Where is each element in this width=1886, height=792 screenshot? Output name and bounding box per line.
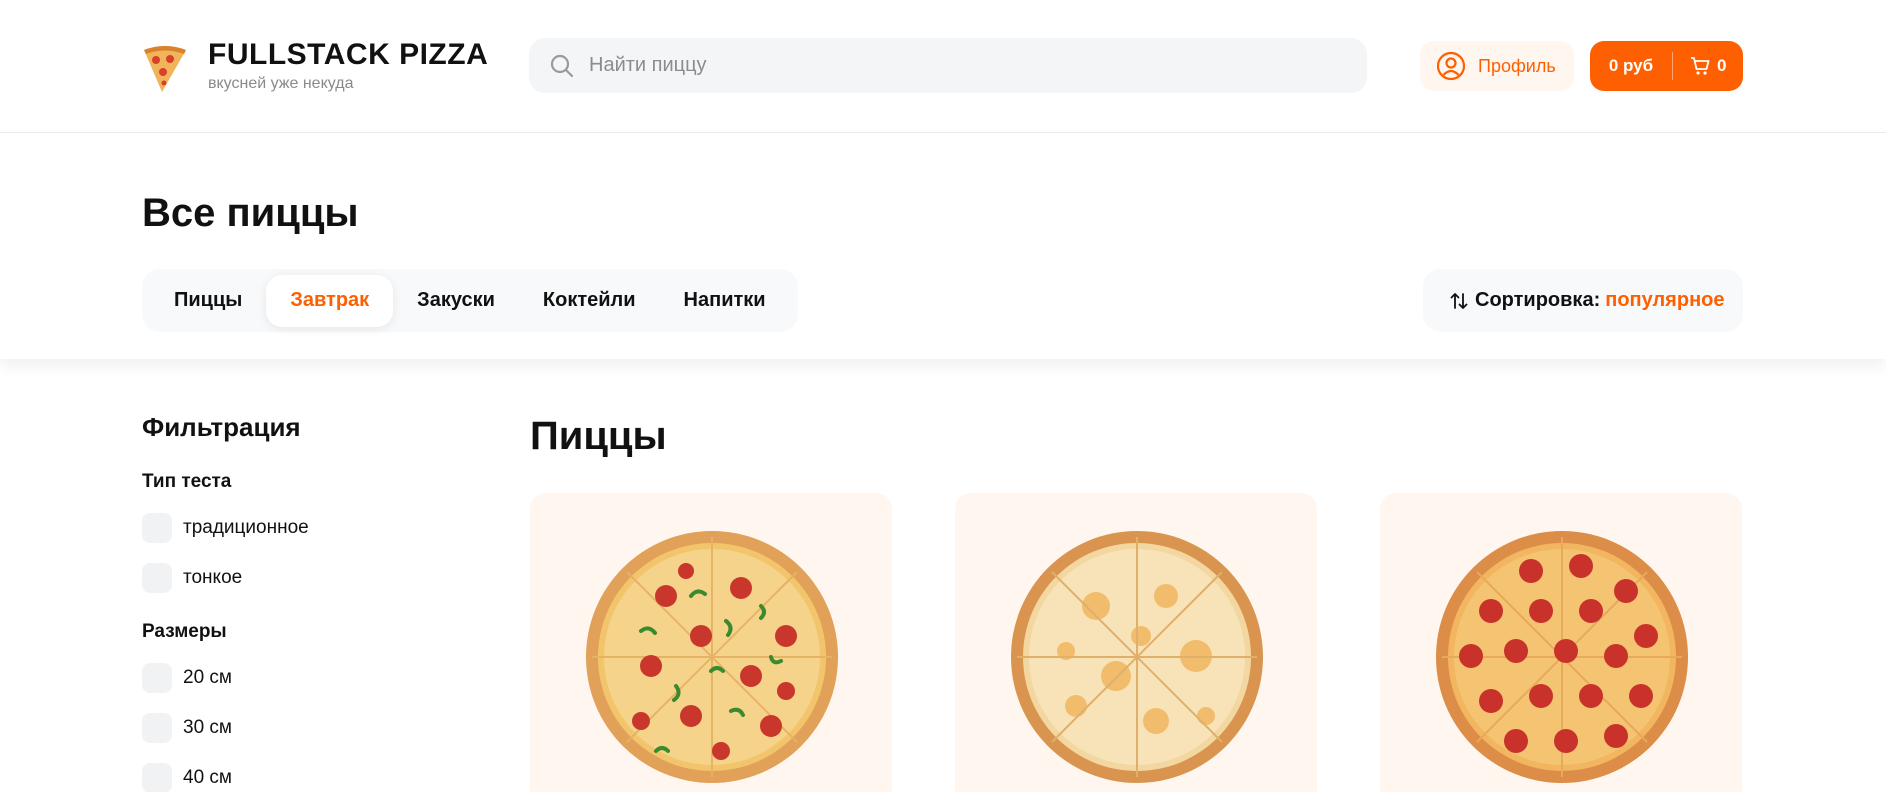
sizes-group-title: Размеры [142, 621, 227, 642]
dough-group-title: Тип теста [142, 471, 232, 492]
cart-button[interactable]: 0 руб 0 [1590, 41, 1743, 91]
checkbox[interactable] [142, 713, 172, 743]
filter-size-40[interactable]: 40 см [142, 763, 442, 792]
checkbox[interactable] [142, 663, 172, 693]
header: FULLSTACK PIZZA вкусней уже некуда Профи… [0, 0, 1886, 133]
cart-count: 0 [1717, 56, 1727, 75]
pizza-cheese-image [1011, 531, 1263, 783]
search-icon [550, 54, 574, 77]
pizza-slice-icon [144, 46, 186, 92]
cart-icon [1691, 57, 1710, 75]
tab-snacks[interactable]: Закуски [393, 275, 519, 327]
page-title: Все пиццы [142, 191, 359, 235]
filters-panel: Фильтрация Тип теста традиционное тонкое… [142, 412, 442, 792]
checkbox-label: 20 см [183, 667, 232, 688]
section-title: Пиццы [530, 414, 667, 458]
profile-label: Профиль [1478, 55, 1556, 76]
sort-selector[interactable]: Сортировка: популярное [1423, 269, 1743, 332]
top-bar: Все пиццы Пиццы Завтрак Закуски Коктейли… [0, 134, 1886, 359]
product-card[interactable] [530, 493, 892, 792]
checkbox[interactable] [142, 513, 172, 543]
tab-pizzas[interactable]: Пиццы [150, 275, 266, 327]
sort-label: Сортировка: [1475, 289, 1601, 311]
profile-button[interactable]: Профиль [1420, 41, 1574, 91]
filter-dough-thin[interactable]: тонкое [142, 563, 442, 593]
tab-breakfast[interactable]: Завтрак [266, 274, 394, 327]
checkbox-label: 30 см [183, 717, 232, 738]
category-tabs: Пиццы Завтрак Закуски Коктейли Напитки [142, 269, 798, 332]
tab-cocktails[interactable]: Коктейли [519, 275, 660, 327]
checkbox[interactable] [142, 763, 172, 792]
filter-size-20[interactable]: 20 см [142, 663, 442, 693]
search-input[interactable] [589, 54, 1349, 77]
product-card[interactable] [1380, 493, 1742, 792]
logo[interactable]: FULLSTACK PIZZA вкусней уже некуда [142, 38, 488, 94]
sort-value: популярное [1605, 289, 1725, 311]
user-icon [1436, 51, 1466, 81]
filter-size-30[interactable]: 30 см [142, 713, 442, 743]
search-bar[interactable] [529, 38, 1367, 93]
filters-title: Фильтрация [142, 412, 301, 442]
sort-arrows-icon [1450, 292, 1468, 309]
cart-sum: 0 руб [1608, 56, 1654, 75]
checkbox-label: тонкое [183, 567, 243, 588]
product-card[interactable] [955, 493, 1317, 792]
logo-title: FULLSTACK PIZZA [208, 38, 489, 71]
checkbox-label: традиционное [183, 517, 309, 538]
tab-drinks[interactable]: Напитки [660, 275, 790, 327]
pizza-pepperoni-image [1436, 531, 1688, 783]
pizza-pepperoni-peppers-image [586, 531, 838, 783]
logo-subtitle: вкусней уже некуда [208, 75, 354, 92]
checkbox[interactable] [142, 563, 172, 593]
checkbox-label: 40 см [183, 767, 232, 788]
filter-dough-traditional[interactable]: традиционное [142, 513, 442, 543]
